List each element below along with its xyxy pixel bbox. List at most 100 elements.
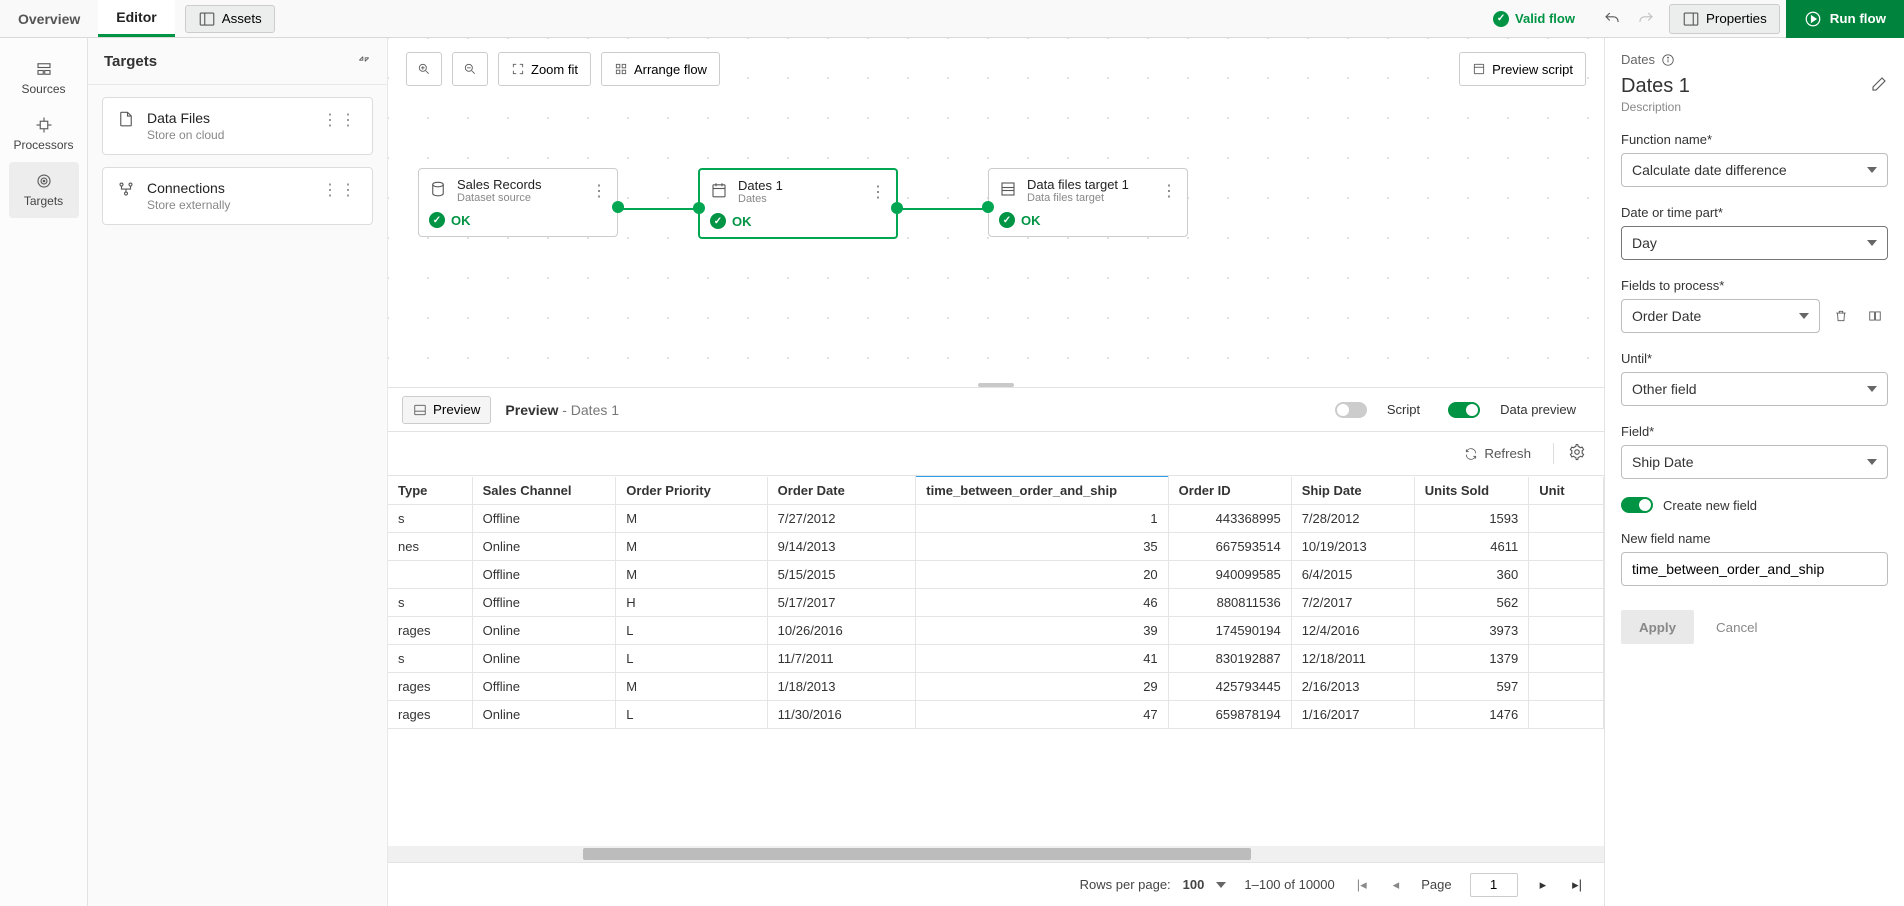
column-header[interactable]: Ship Date bbox=[1291, 477, 1414, 505]
properties-button[interactable]: Properties bbox=[1669, 4, 1780, 34]
node-menu-button[interactable]: ⋮ bbox=[870, 182, 886, 202]
function-select[interactable]: Calculate date difference bbox=[1621, 153, 1888, 187]
valid-flow-status: ✓ Valid flow bbox=[1493, 11, 1575, 27]
function-value: Calculate date difference bbox=[1632, 162, 1787, 178]
preview-script-button[interactable]: Preview script bbox=[1459, 52, 1586, 86]
collapse-icon[interactable] bbox=[357, 52, 371, 70]
nav-item-sources[interactable]: Sources bbox=[9, 50, 79, 106]
delete-field-button[interactable] bbox=[1828, 303, 1854, 329]
field-select[interactable]: Ship Date bbox=[1621, 445, 1888, 479]
scroll-thumb[interactable] bbox=[583, 848, 1252, 860]
settings-button[interactable] bbox=[1553, 443, 1586, 464]
column-header[interactable]: time_between_order_and_ship bbox=[916, 477, 1168, 505]
table-cell: 1379 bbox=[1414, 645, 1529, 673]
script-toggle[interactable] bbox=[1335, 402, 1367, 418]
table-cell: Online bbox=[472, 701, 616, 729]
table-row[interactable]: ragesOnlineL10/26/20163917459019412/4/20… bbox=[388, 617, 1604, 645]
connections-icon bbox=[117, 180, 135, 198]
target-card-data-files[interactable]: Data Files Store on cloud ⋮⋮ bbox=[102, 97, 373, 155]
left-nav: Sources Processors Targets bbox=[0, 38, 88, 906]
first-page-button[interactable]: |◂ bbox=[1353, 877, 1371, 893]
table-cell: Offline bbox=[472, 673, 616, 701]
apply-button[interactable]: Apply bbox=[1621, 610, 1694, 644]
fields-to-process-select[interactable]: Order Date bbox=[1621, 299, 1820, 333]
table-cell bbox=[1529, 533, 1604, 561]
redo-button[interactable] bbox=[1629, 4, 1663, 34]
table-row[interactable]: ragesOnlineL11/30/2016476598781941/16/20… bbox=[388, 701, 1604, 729]
horizontal-scrollbar[interactable] bbox=[388, 846, 1604, 862]
table-cell: 6/4/2015 bbox=[1291, 561, 1414, 589]
drag-handle-icon[interactable]: ⋮⋮ bbox=[322, 110, 358, 130]
nav-item-targets[interactable]: Targets bbox=[9, 162, 79, 218]
table-row[interactable]: sOfflineM7/27/201214433689957/28/2012159… bbox=[388, 505, 1604, 533]
zoom-in-button[interactable] bbox=[406, 52, 442, 86]
chevron-down-icon bbox=[1867, 167, 1877, 173]
node-menu-button[interactable]: ⋮ bbox=[1161, 181, 1177, 201]
drag-handle-icon[interactable]: ⋮⋮ bbox=[322, 180, 358, 200]
pencil-icon bbox=[1870, 75, 1888, 93]
run-flow-label: Run flow bbox=[1830, 11, 1886, 26]
check-circle-icon: ✓ bbox=[710, 213, 726, 229]
data-grid-scroll[interactable]: TypeSales ChannelOrder PriorityOrder Dat… bbox=[388, 476, 1604, 846]
table-row[interactable]: ragesOfflineM1/18/2013294257934452/16/20… bbox=[388, 673, 1604, 701]
refresh-button[interactable]: Refresh bbox=[1454, 440, 1541, 468]
preview-title-suffix: - Dates 1 bbox=[562, 402, 619, 418]
table-row[interactable]: nesOnlineM9/14/20133566759351410/19/2013… bbox=[388, 533, 1604, 561]
info-icon[interactable] bbox=[1661, 53, 1675, 67]
preview-header: Preview Preview - Dates 1 Script Data pr… bbox=[388, 388, 1604, 432]
zoom-fit-button[interactable]: Zoom fit bbox=[498, 52, 591, 86]
column-header[interactable]: Units Sold bbox=[1414, 477, 1529, 505]
tab-editor[interactable]: Editor bbox=[98, 0, 174, 37]
run-flow-button[interactable]: Run flow bbox=[1786, 0, 1904, 38]
datepart-select[interactable]: Day bbox=[1621, 226, 1888, 260]
column-header[interactable]: Unit bbox=[1529, 477, 1604, 505]
tab-overview[interactable]: Overview bbox=[0, 0, 98, 37]
preview-title-prefix: Preview bbox=[505, 402, 558, 418]
edit-button[interactable] bbox=[1870, 75, 1888, 96]
node-menu-button[interactable]: ⋮ bbox=[591, 181, 607, 201]
sources-icon bbox=[35, 60, 53, 78]
flow-canvas[interactable]: Zoom fit Arrange flow Preview script Sal… bbox=[388, 38, 1604, 388]
cancel-button[interactable]: Cancel bbox=[1716, 610, 1758, 644]
table-cell bbox=[388, 561, 472, 589]
table-row[interactable]: sOnlineL11/7/20114183019288712/18/201113… bbox=[388, 645, 1604, 673]
prev-page-button[interactable]: ◂ bbox=[1389, 877, 1404, 893]
data-grid: TypeSales ChannelOrder PriorityOrder Dat… bbox=[388, 476, 1604, 729]
until-select[interactable]: Other field bbox=[1621, 372, 1888, 406]
column-header[interactable]: Order Date bbox=[767, 477, 916, 505]
data-preview-toggle[interactable] bbox=[1448, 402, 1480, 418]
fields-value: Order Date bbox=[1632, 308, 1701, 324]
properties-panel: Dates Dates 1 Description Function name*… bbox=[1604, 38, 1904, 906]
targets-icon bbox=[35, 172, 53, 190]
undo-button[interactable] bbox=[1595, 4, 1629, 34]
table-row[interactable]: OfflineM5/15/2015209400995856/4/2015360 bbox=[388, 561, 1604, 589]
target-card-connections[interactable]: Connections Store externally ⋮⋮ bbox=[102, 167, 373, 225]
column-header[interactable]: Order ID bbox=[1168, 477, 1291, 505]
rpp-label: Rows per page: bbox=[1080, 877, 1171, 892]
next-page-button[interactable]: ▸ bbox=[1536, 877, 1551, 893]
column-header[interactable]: Type bbox=[388, 477, 472, 505]
node-status: ✓OK bbox=[419, 208, 617, 236]
table-row[interactable]: sOfflineH5/17/2017468808115367/2/2017562 bbox=[388, 589, 1604, 617]
zoom-out-button[interactable] bbox=[452, 52, 488, 86]
table-cell: L bbox=[616, 701, 767, 729]
create-new-field-toggle[interactable] bbox=[1621, 497, 1653, 513]
nav-item-processors[interactable]: Processors bbox=[9, 106, 79, 162]
page-input[interactable] bbox=[1470, 873, 1518, 897]
arrange-flow-button[interactable]: Arrange flow bbox=[601, 52, 720, 86]
flow-node[interactable]: Dates 1Dates⋮✓OK bbox=[698, 168, 898, 239]
rows-per-page[interactable]: Rows per page: 100 bbox=[1080, 877, 1227, 892]
preview-toggle-button[interactable]: Preview bbox=[402, 396, 491, 424]
card-title: Data Files bbox=[147, 110, 224, 126]
grid-icon bbox=[614, 62, 628, 76]
flow-node[interactable]: Sales RecordsDataset source⋮✓OK bbox=[418, 168, 618, 237]
last-page-button[interactable]: ▸| bbox=[1568, 877, 1586, 893]
flow-node[interactable]: Data files target 1Data files target⋮✓OK bbox=[988, 168, 1188, 237]
table-cell: Online bbox=[472, 645, 616, 673]
new-field-name-input[interactable] bbox=[1621, 552, 1888, 586]
add-field-button[interactable] bbox=[1862, 303, 1888, 329]
column-header[interactable]: Sales Channel bbox=[472, 477, 616, 505]
column-header[interactable]: Order Priority bbox=[616, 477, 767, 505]
assets-button[interactable]: Assets bbox=[185, 5, 275, 33]
field-label-datepart: Date or time part* bbox=[1621, 205, 1888, 220]
